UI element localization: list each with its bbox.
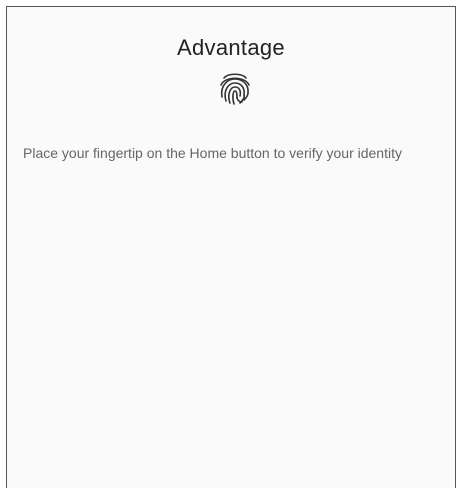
fingerprint-icon xyxy=(220,73,250,105)
verify-identity-message: Place your fingertip on the Home button … xyxy=(23,145,402,161)
fingerprint-dialog: Advantage Place your fingertip on the Ho… xyxy=(6,6,456,488)
dialog-title: Advantage xyxy=(177,35,285,60)
